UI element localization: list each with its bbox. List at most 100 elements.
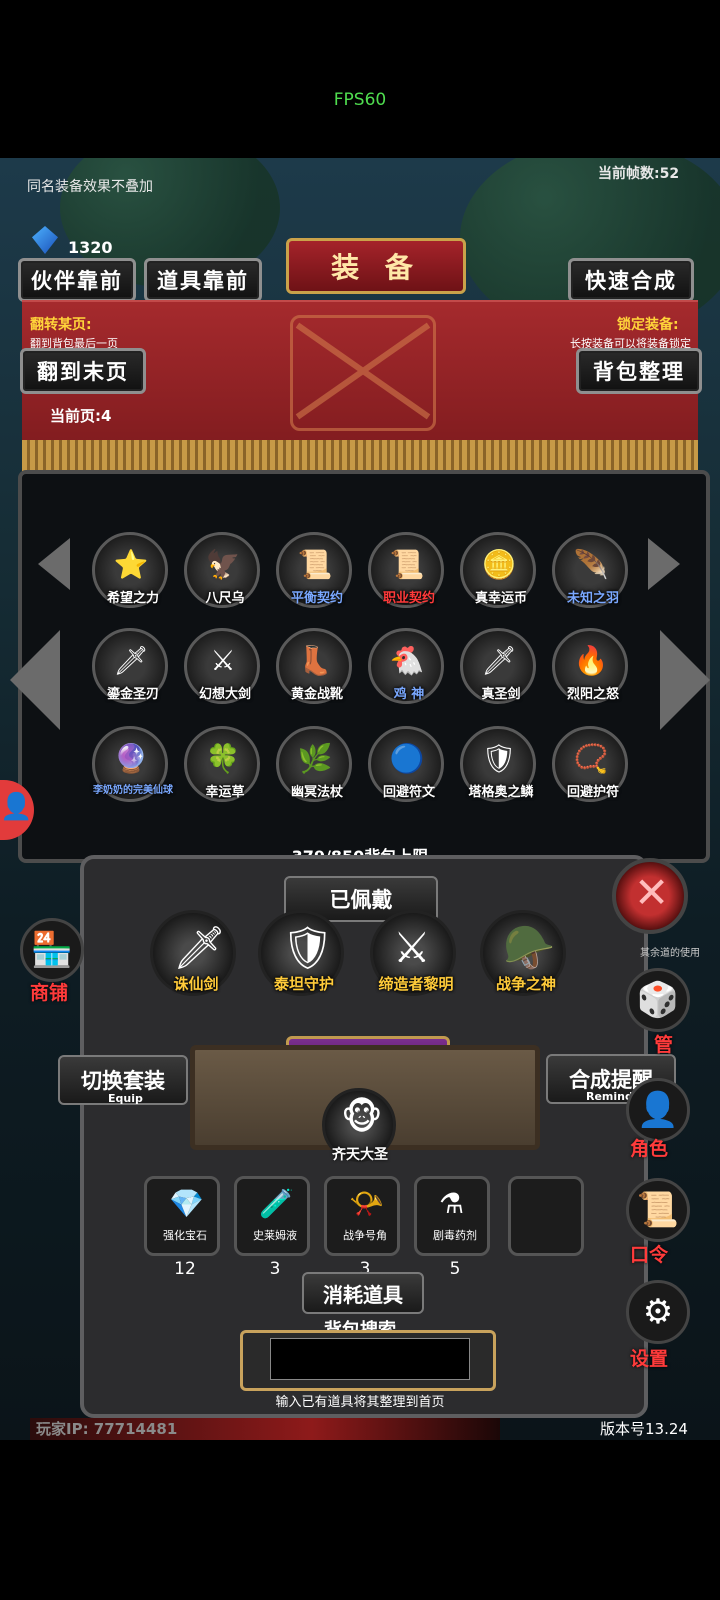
- item-name: 幸运草: [205, 785, 245, 800]
- consumable-count: 5: [449, 1259, 461, 1279]
- switch-set-sublabel: Equip: [108, 1092, 143, 1105]
- consumables-title: 消耗道具: [302, 1272, 424, 1314]
- consumable-count: 12: [174, 1259, 196, 1279]
- item-name: 塔格奥之鳞: [468, 785, 534, 800]
- bag-item-slot[interactable]: 📜 平衡契约: [276, 532, 352, 608]
- bag-item-slot[interactable]: 🗡 真圣剑: [460, 628, 536, 704]
- search-hint: 输入已有道具将其整理到首页: [275, 1395, 445, 1410]
- bag-item-slot[interactable]: 🦅 八尺乌: [184, 532, 260, 608]
- item-icon: 📜: [297, 548, 333, 581]
- item-name: 幻想大剑: [198, 687, 251, 702]
- role-icon[interactable]: 👤: [626, 1078, 690, 1142]
- bag-item-slot[interactable]: 🔥 烈阳之怒: [552, 628, 628, 704]
- equipped-item-name: 泰坦守护: [273, 975, 334, 993]
- partner-first-button[interactable]: 伙伴靠前: [18, 258, 136, 302]
- equipped-item-slot[interactable]: 🪖 战争之神: [480, 910, 566, 996]
- item-icon: 🛡: [481, 742, 517, 775]
- shop-icon[interactable]: 🏪: [20, 918, 84, 982]
- equipped-item-icon: 🛡: [281, 923, 335, 972]
- item-name: 幽冥法杖: [290, 785, 343, 800]
- item-icon: 🔥: [573, 644, 609, 677]
- consumable-slot[interactable]: 📯 战争号角 3: [324, 1176, 400, 1279]
- flip-hint-title: 翻转某页:: [30, 317, 92, 333]
- consumable-name: 剧毒药剂: [433, 1229, 477, 1242]
- command-icon[interactable]: 📜: [626, 1178, 690, 1242]
- equipped-item-slot[interactable]: ⚔ 缔造者黎明: [370, 910, 456, 996]
- consumable-slot[interactable]: ⚗ 剧毒药剂 5: [414, 1176, 490, 1279]
- bag-item-slot[interactable]: 🛡 塔格奥之鳞: [460, 726, 536, 802]
- bag-item-slot[interactable]: ⚔ 幻想大剑: [184, 628, 260, 704]
- consumable-name: 战争号角: [343, 1229, 387, 1242]
- bag-item-slot[interactable]: 🗡 鎏金圣刃: [92, 628, 168, 704]
- item-name: 鎏金圣刃: [106, 687, 159, 702]
- item-name: 真圣剑: [481, 687, 521, 702]
- bag-item-slot[interactable]: 🍀 幸运草: [184, 726, 260, 802]
- monkey-king-icon: 🐵: [341, 1097, 383, 1138]
- consumable-icon: ⚗: [439, 1187, 465, 1220]
- crossed-swords-emblem: [290, 315, 436, 431]
- bag-item-slot[interactable]: 🌿 幽冥法杖: [276, 726, 352, 802]
- bag-item-slot[interactable]: 🔵 回避符文: [368, 726, 444, 802]
- search-input[interactable]: [270, 1338, 470, 1380]
- settings-icon[interactable]: ⚙: [626, 1280, 690, 1344]
- next-page-arrow[interactable]: [660, 630, 710, 730]
- item-name: 李奶奶的完美仙球: [93, 785, 173, 796]
- bag-item-slot[interactable]: 👢 黄金战靴: [276, 628, 352, 704]
- item-name: 回避符文: [382, 785, 435, 800]
- item-name: 平衡契约: [290, 591, 343, 606]
- bag-item-slot[interactable]: 📿 回避护符: [552, 726, 628, 802]
- frame-count: 当前帧数:52: [598, 166, 680, 182]
- item-icon: 🔮: [113, 742, 149, 775]
- item-name: 黄金战靴: [290, 687, 343, 702]
- bag-item-slot[interactable]: 📜 职业契约: [368, 532, 444, 608]
- close-button[interactable]: ✕: [612, 858, 688, 934]
- role-label: 角色: [630, 1138, 669, 1160]
- equipped-item-icon: 🪖: [503, 923, 556, 972]
- merge-remind-sublabel: Remind: [586, 1090, 633, 1103]
- item-icon: 🪶: [573, 548, 609, 581]
- bag-item-slot[interactable]: 🪶 未知之羽: [552, 532, 628, 608]
- sort-bag-button[interactable]: 背包整理: [576, 348, 702, 394]
- settings-label: 设置: [630, 1348, 669, 1370]
- jump-last-page-button[interactable]: 翻到末页: [20, 348, 146, 394]
- quick-merge-button[interactable]: 快速合成: [568, 258, 694, 302]
- consumable-icon: 💎: [169, 1187, 204, 1220]
- item-name: 职业契约: [382, 591, 435, 606]
- item-name: 鸡 神: [393, 687, 425, 702]
- equipped-item-name: 战争之神: [495, 975, 556, 993]
- close-hint: 其余道的使用: [640, 948, 700, 959]
- item-icon: 📿: [573, 742, 609, 775]
- item-icon: 👢: [297, 644, 333, 677]
- bag-item-slot[interactable]: 🪙 真幸运币: [460, 532, 536, 608]
- empty-consumable-slot[interactable]: [508, 1176, 584, 1256]
- equipped-item-icon: ⚔: [393, 923, 431, 972]
- bag-item-slot[interactable]: 🔮 李奶奶的完美仙球: [92, 726, 173, 802]
- prev-page-small-arrow[interactable]: [38, 538, 70, 590]
- item-name: 回避护符: [566, 785, 619, 800]
- page-title: 装 备: [286, 238, 466, 294]
- consumable-slot[interactable]: 🧪 史莱姆液 3: [234, 1176, 310, 1279]
- gem-count: 1320: [68, 238, 113, 257]
- item-name: 八尺乌: [205, 591, 245, 606]
- next-page-small-arrow[interactable]: [648, 538, 680, 590]
- bag-item-slot[interactable]: 🐔 鸡 神: [368, 628, 444, 704]
- consumable-slot[interactable]: 💎 强化宝石 12: [144, 1176, 220, 1279]
- current-page: 当前页:4: [50, 407, 112, 425]
- item-name: 烈阳之怒: [566, 687, 619, 702]
- item-name: 未知之羽: [566, 591, 619, 606]
- bag-item-slot[interactable]: ⭐ 希望之力: [92, 532, 168, 608]
- prev-page-arrow[interactable]: [10, 630, 60, 730]
- dice-icon[interactable]: 🎲: [626, 968, 690, 1032]
- item-name: 希望之力: [106, 591, 159, 606]
- consumable-name: 史莱姆液: [253, 1229, 297, 1242]
- equipped-item-slot[interactable]: 🛡 泰坦守护: [258, 910, 344, 996]
- item-icon: ⭐: [113, 548, 149, 581]
- item-icon: 🔵: [389, 742, 425, 775]
- item-first-button[interactable]: 道具靠前: [144, 258, 262, 302]
- item-icon: 🗡: [481, 644, 517, 677]
- manage-label: 管: [654, 1034, 674, 1056]
- item-icon: 🪙: [481, 548, 517, 581]
- close-icon: ✕: [634, 868, 670, 917]
- equipped-item-slot[interactable]: 🗡 诛仙剑: [150, 910, 236, 996]
- lock-hint-title: 锁定装备:: [617, 317, 679, 333]
